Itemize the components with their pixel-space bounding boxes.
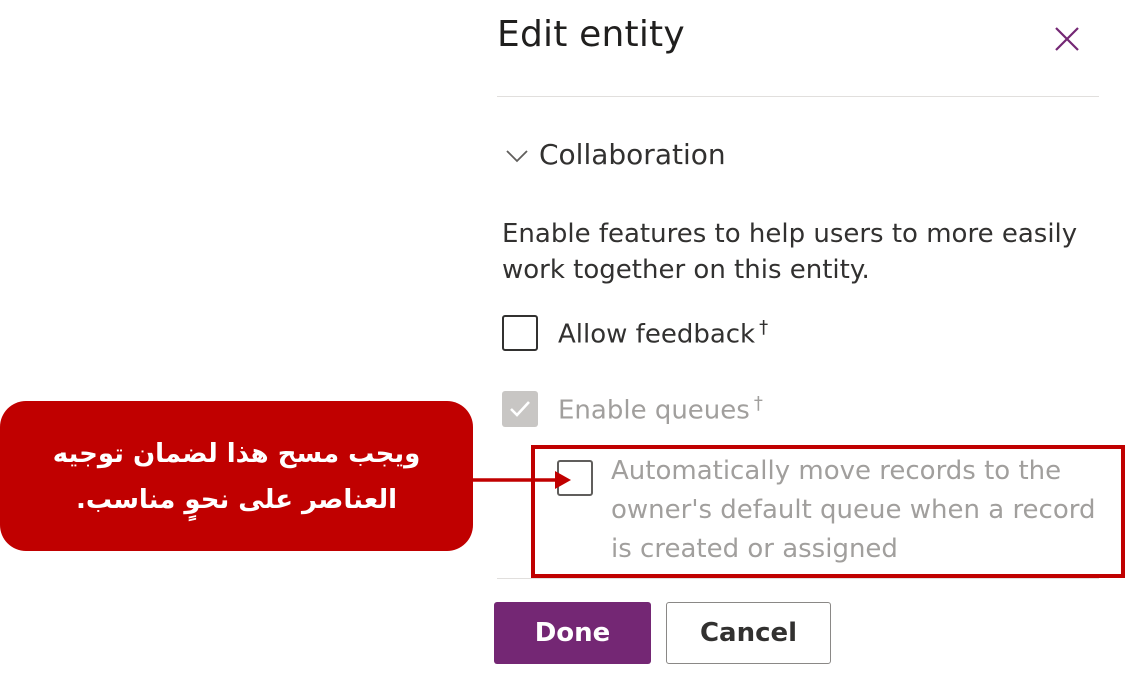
- collaboration-section-toggle[interactable]: Collaboration: [505, 138, 726, 171]
- allow-feedback-option: Allow feedback †: [502, 315, 768, 351]
- panel-title: Edit entity: [497, 14, 685, 55]
- header-divider: [497, 96, 1099, 97]
- close-icon: [1055, 27, 1079, 51]
- annotation-callout: ويجب مسح هذا لضمان توجيه العناصر على نحو…: [0, 401, 473, 551]
- done-button[interactable]: Done: [494, 602, 651, 664]
- footer-divider: [497, 578, 1099, 579]
- annotation-arrow-icon: [471, 471, 571, 489]
- chevron-down-icon: [506, 149, 528, 162]
- allow-feedback-label: Allow feedback †: [558, 316, 769, 350]
- annotation-highlight-box: [531, 445, 1125, 578]
- dagger-marker: †: [753, 392, 763, 414]
- section-description: Enable features to help users to more ea…: [502, 219, 1078, 285]
- enable-queues-option: Enable queues †: [502, 391, 763, 427]
- cancel-button[interactable]: Cancel: [666, 602, 831, 664]
- enable-queues-label: Enable queues †: [558, 392, 763, 426]
- allow-feedback-checkbox[interactable]: [502, 315, 538, 351]
- close-button[interactable]: [1050, 22, 1084, 56]
- dagger-marker: †: [759, 316, 769, 338]
- enable-queues-checkbox[interactable]: [502, 391, 538, 427]
- checkmark-icon: [510, 401, 530, 417]
- section-title: Collaboration: [539, 138, 726, 171]
